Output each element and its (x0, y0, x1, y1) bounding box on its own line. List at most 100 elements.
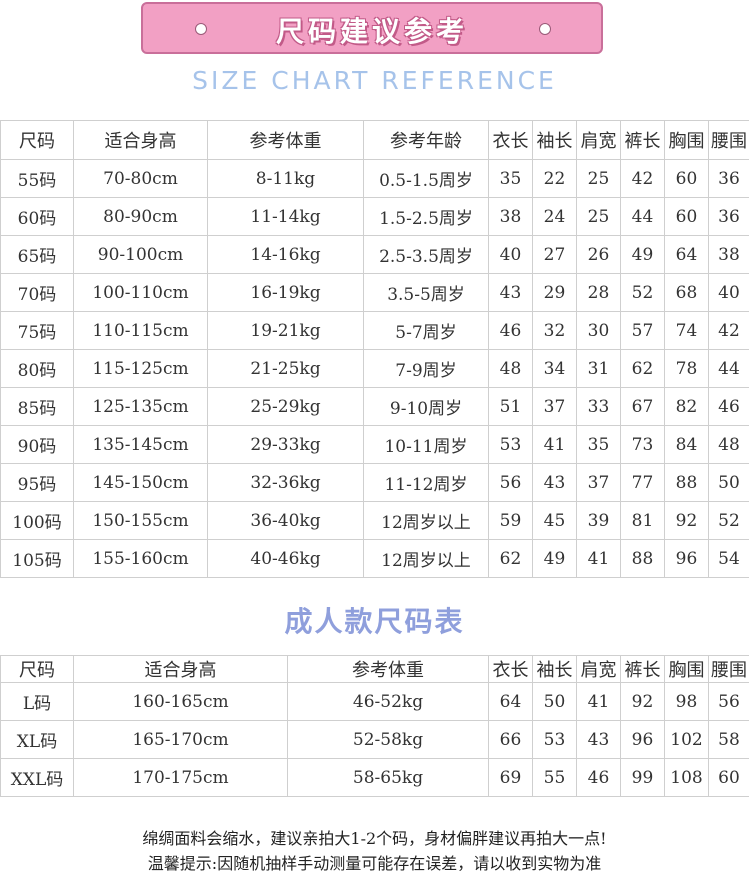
adult-section-title: 成人款尺码表 (0, 600, 749, 640)
kids-size-table: 尺码适合身高参考体重参考年龄衣长袖长肩宽裤长胸围腰围 55码70-80cm8-1… (0, 120, 749, 578)
table-cell: 40-46kg (208, 540, 364, 578)
table-cell: 160-165cm (74, 683, 288, 721)
table-cell: 44 (709, 350, 749, 388)
size-cell: 95码 (1, 464, 74, 502)
size-cell: 105码 (1, 540, 74, 578)
table-cell: 67 (621, 388, 665, 426)
table-row: 90码135-145cm29-33kg10-11周岁534135738448 (1, 426, 749, 464)
table-cell: 110-115cm (74, 312, 208, 350)
table-cell: 82 (665, 388, 709, 426)
table-cell: 52-58kg (288, 721, 489, 759)
column-header: 适合身高 (74, 656, 288, 683)
column-header: 衣长 (489, 121, 533, 160)
column-header: 肩宽 (577, 121, 621, 160)
table-cell: 69 (489, 759, 533, 797)
column-header: 衣长 (489, 656, 533, 683)
table-cell: 30 (577, 312, 621, 350)
size-cell: 100码 (1, 502, 74, 540)
table-cell: 12周岁以上 (364, 540, 489, 578)
table-cell: 62 (621, 350, 665, 388)
table-cell: 59 (489, 502, 533, 540)
table-cell: 64 (665, 236, 709, 274)
table-cell: 29-33kg (208, 426, 364, 464)
column-header: 胸围 (665, 656, 709, 683)
table-cell: 53 (489, 426, 533, 464)
table-row: 65码90-100cm14-16kg2.5-3.5周岁402726496438 (1, 236, 749, 274)
table-cell: 56 (709, 683, 749, 721)
table-cell: 50 (709, 464, 749, 502)
table-cell: 60 (665, 160, 709, 198)
table-cell: 8-11kg (208, 160, 364, 198)
table-cell: 21-25kg (208, 350, 364, 388)
table-cell: 64 (489, 683, 533, 721)
table-cell: 36 (709, 198, 749, 236)
table-cell: 49 (621, 236, 665, 274)
table-cell: 25 (577, 198, 621, 236)
table-cell: 50 (533, 683, 577, 721)
subtitle: SIZE CHART REFERENCE (0, 66, 749, 95)
table-cell: 99 (621, 759, 665, 797)
table-cell: 24 (533, 198, 577, 236)
size-cell: 75码 (1, 312, 74, 350)
table-cell: 56 (489, 464, 533, 502)
table-cell: 165-170cm (74, 721, 288, 759)
table-cell: 2.5-3.5周岁 (364, 236, 489, 274)
table-cell: 32 (533, 312, 577, 350)
table-cell: 43 (533, 464, 577, 502)
column-header: 裤长 (621, 121, 665, 160)
table-cell: 98 (665, 683, 709, 721)
table-cell: 27 (533, 236, 577, 274)
table-cell: 22 (533, 160, 577, 198)
table-cell: 46 (489, 312, 533, 350)
table-cell: 57 (621, 312, 665, 350)
table-cell: 68 (665, 274, 709, 312)
table-row: 95码145-150cm32-36kg11-12周岁564337778850 (1, 464, 749, 502)
table-cell: 37 (533, 388, 577, 426)
table-cell: 41 (577, 683, 621, 721)
table-cell: 46-52kg (288, 683, 489, 721)
table-cell: 26 (577, 236, 621, 274)
table-cell: 38 (489, 198, 533, 236)
size-cell: XL码 (1, 721, 74, 759)
column-header: 适合身高 (74, 121, 208, 160)
table-cell: 36-40kg (208, 502, 364, 540)
table-cell: 33 (577, 388, 621, 426)
table-cell: 5-7周岁 (364, 312, 489, 350)
table-cell: 55 (533, 759, 577, 797)
table-cell: 108 (665, 759, 709, 797)
table-row: 85码125-135cm25-29kg9-10周岁513733678246 (1, 388, 749, 426)
table-cell: 90-100cm (74, 236, 208, 274)
table-cell: 62 (489, 540, 533, 578)
table-cell: 14-16kg (208, 236, 364, 274)
table-cell: 80-90cm (74, 198, 208, 236)
table-cell: 58-65kg (288, 759, 489, 797)
table-cell: 31 (577, 350, 621, 388)
table-row: 70码100-110cm16-19kg3.5-5周岁432928526840 (1, 274, 749, 312)
table-cell: 170-175cm (74, 759, 288, 797)
table-cell: 16-19kg (208, 274, 364, 312)
banner-title: 尺码建议参考 (143, 10, 601, 50)
table-cell: 92 (621, 683, 665, 721)
size-cell: 60码 (1, 198, 74, 236)
column-header: 裤长 (621, 656, 665, 683)
table-cell: 52 (709, 502, 749, 540)
column-header: 尺码 (1, 121, 74, 160)
size-cell: 85码 (1, 388, 74, 426)
table-cell: 25-29kg (208, 388, 364, 426)
table-cell: 37 (577, 464, 621, 502)
table-cell: 115-125cm (74, 350, 208, 388)
table-cell: 96 (665, 540, 709, 578)
table-cell: 54 (709, 540, 749, 578)
table-cell: 32-36kg (208, 464, 364, 502)
table-cell: 66 (489, 721, 533, 759)
table-cell: 92 (665, 502, 709, 540)
table-cell: 88 (665, 464, 709, 502)
table-cell: 70-80cm (74, 160, 208, 198)
shrink-note: 绵绸面料会缩水，建议亲拍大1-2个码，身材偏胖建议再拍大一点! (0, 825, 749, 849)
table-cell: 28 (577, 274, 621, 312)
table-row: 100码150-155cm36-40kg12周岁以上594539819252 (1, 502, 749, 540)
table-cell: 40 (489, 236, 533, 274)
table-row: XL码165-170cm52-58kg6653439610258 (1, 721, 749, 759)
table-cell: 100-110cm (74, 274, 208, 312)
table-cell: 7-9周岁 (364, 350, 489, 388)
